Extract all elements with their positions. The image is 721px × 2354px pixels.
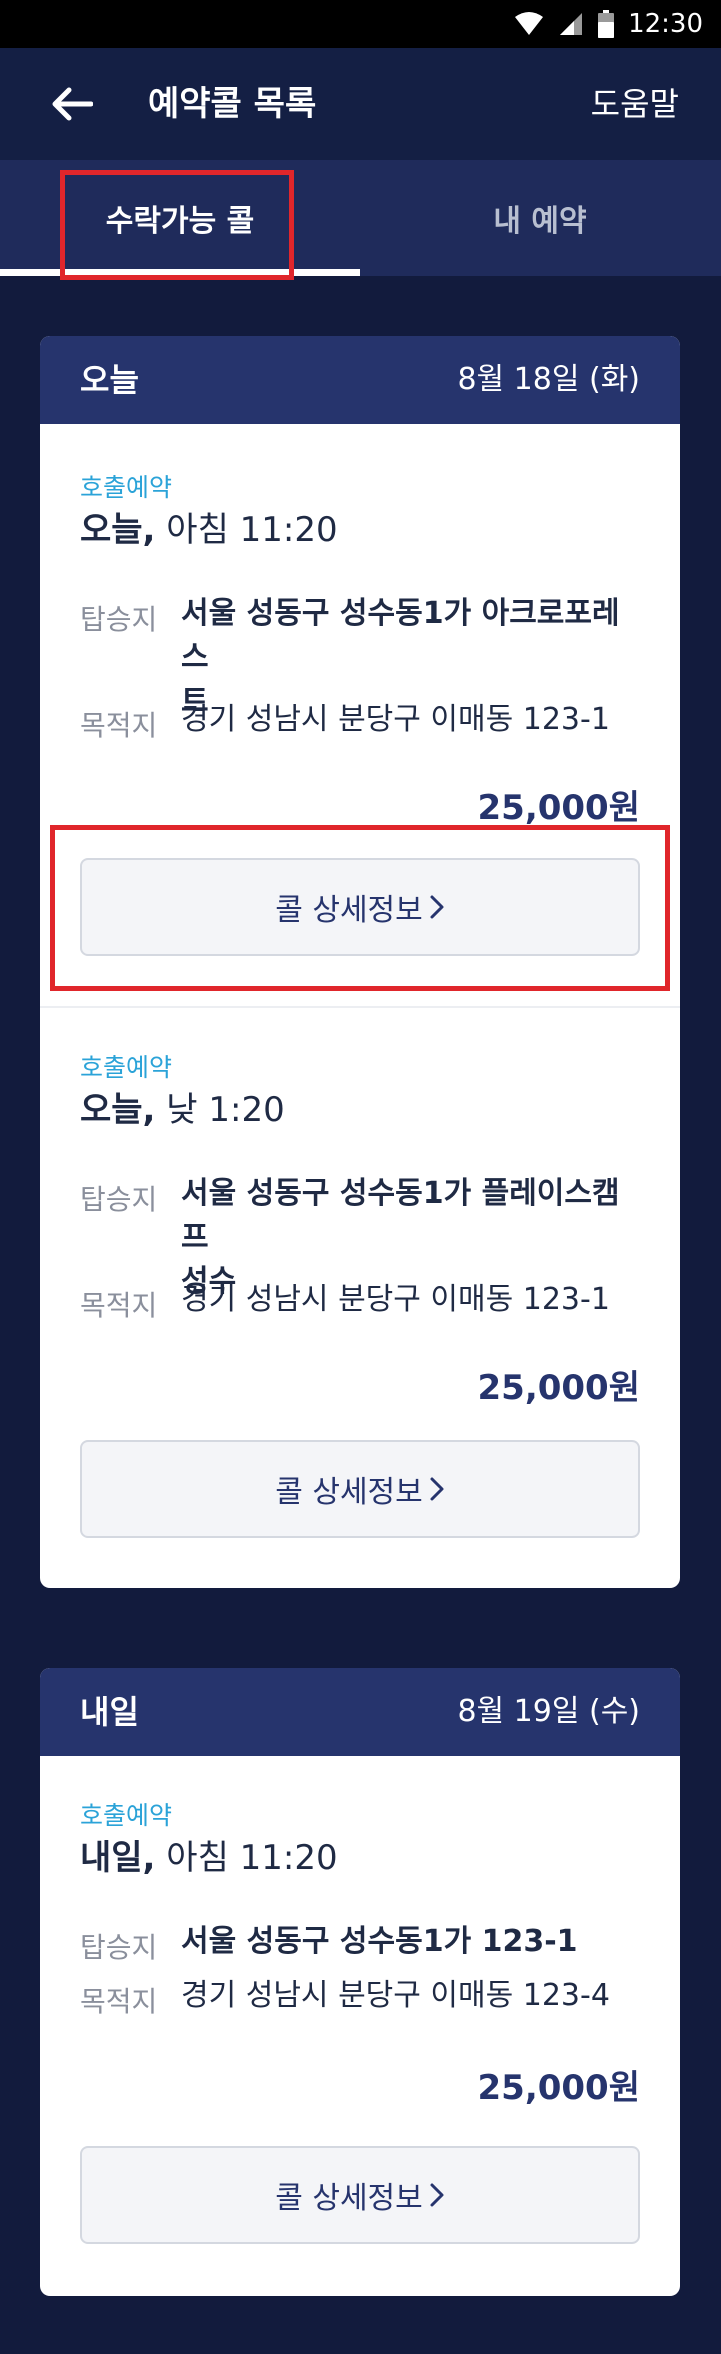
destination-address: 경기 성남시 분당구 이매동 123-1 xyxy=(181,702,610,737)
status-bar: 12:30 xyxy=(0,0,721,48)
call-detail-label: 콜 상세정보 xyxy=(275,1475,423,1510)
call-item: 호출예약 내일, 아침 11:20 탑승지 서울 성동구 성수동1가 123-1… xyxy=(40,1756,680,2296)
call-type: 호출예약 xyxy=(80,1801,173,1830)
chevron-right-icon xyxy=(430,1477,444,1501)
pickup-label: 탑승지 xyxy=(80,1931,158,1964)
call-time: 오늘, 아침 11:20 xyxy=(80,502,338,551)
call-price: 25,000원 xyxy=(477,1368,640,1408)
call-time: 내일, 아침 11:20 xyxy=(80,1830,338,1879)
day-header: 내일 8월 19일 (수) xyxy=(40,1668,680,1756)
call-time-value: 아침 11:20 xyxy=(166,510,338,550)
pickup-label: 탑승지 xyxy=(80,603,158,636)
highlight-box-detail-button xyxy=(50,825,670,991)
destination-address: 경기 성남시 분당구 이매동 123-1 xyxy=(181,1282,610,1317)
call-detail-button[interactable]: 콜 상세정보 xyxy=(80,1440,640,1538)
destination-label: 목적지 xyxy=(80,1985,158,2018)
call-day-word: 오늘, xyxy=(80,1090,156,1130)
call-item: 호출예약 오늘, 낮 1:20 탑승지 서울 성동구 성수동1가 플레이스캠프 … xyxy=(40,1008,680,1588)
call-type: 호출예약 xyxy=(80,1053,173,1082)
status-icons: 12:30 xyxy=(514,0,703,48)
call-day-word: 오늘, xyxy=(80,510,156,550)
day-header: 오늘 8월 18일 (화) xyxy=(40,336,680,424)
call-type: 호출예약 xyxy=(80,473,173,502)
call-price: 25,000원 xyxy=(477,2068,640,2108)
day-label: 내일 xyxy=(80,1693,139,1731)
page-title: 예약콜 목록 xyxy=(148,84,317,124)
chevron-right-icon xyxy=(430,2183,444,2207)
app-bar: 예약콜 목록 도움말 xyxy=(0,48,721,160)
destination-address: 경기 성남시 분당구 이매동 123-4 xyxy=(181,1978,610,2013)
arrow-left-icon xyxy=(52,87,93,121)
battery-icon xyxy=(598,10,615,38)
day-date: 8월 18일 (화) xyxy=(457,362,640,397)
wifi-icon xyxy=(515,12,544,35)
call-detail-label: 콜 상세정보 xyxy=(275,2181,423,2216)
pickup-address-line: 서울 성동구 성수동1가 아크로포레스 xyxy=(181,596,620,675)
day-date: 8월 19일 (수) xyxy=(457,1694,640,1729)
pickup-address: 서울 성동구 성수동1가 123-1 xyxy=(181,1920,641,1964)
tab-label: 내 예약 xyxy=(493,204,587,239)
pickup-label: 탑승지 xyxy=(80,1183,158,1216)
call-time-value: 낮 1:20 xyxy=(166,1090,285,1130)
call-detail-button[interactable]: 콜 상세정보 xyxy=(80,2146,640,2244)
pickup-address-line: 서울 성동구 성수동1가 123-1 xyxy=(181,1924,578,1959)
day-card-tomorrow: 내일 8월 19일 (수) 호출예약 내일, 아침 11:20 탑승지 서울 성… xyxy=(40,1668,680,2296)
back-button[interactable] xyxy=(44,78,100,130)
destination-label: 목적지 xyxy=(80,709,158,742)
call-day-word: 내일, xyxy=(80,1838,156,1878)
destination-label: 목적지 xyxy=(80,1289,158,1322)
call-price: 25,000원 xyxy=(477,788,640,828)
call-time: 오늘, 낮 1:20 xyxy=(80,1082,285,1131)
tab-my-reservations[interactable]: 내 예약 xyxy=(360,160,720,276)
help-link[interactable]: 도움말 xyxy=(591,78,679,130)
cellular-signal-icon xyxy=(560,13,583,35)
status-time: 12:30 xyxy=(628,9,703,39)
pickup-address-line: 서울 성동구 성수동1가 플레이스캠프 xyxy=(181,1176,620,1255)
day-label: 오늘 xyxy=(80,361,139,399)
call-time-value: 아침 11:20 xyxy=(166,1838,338,1878)
highlight-box-tab xyxy=(60,170,294,280)
